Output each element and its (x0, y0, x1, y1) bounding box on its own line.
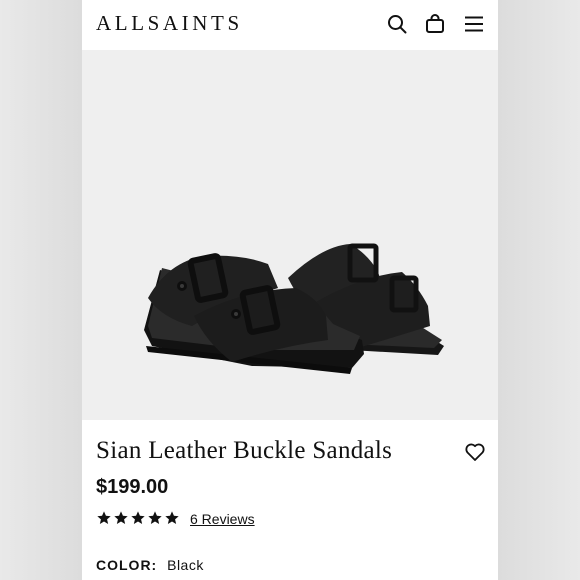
product-page: ALLSAINTS Sian Leather Buckle Sandals $1… (82, 0, 498, 580)
rating-stars (96, 510, 180, 528)
star-icon (148, 511, 162, 524)
color-selector: COLOR: Black (96, 556, 204, 574)
star-icon (165, 511, 179, 524)
right-backdrop (498, 0, 580, 580)
star-icon (97, 511, 111, 524)
star-icon (114, 511, 128, 524)
wishlist-heart-icon[interactable] (464, 441, 486, 463)
reviews-link[interactable]: 6 Reviews (190, 510, 255, 528)
product-image[interactable] (82, 50, 498, 420)
site-header: ALLSAINTS (82, 0, 498, 50)
shopping-bag-icon[interactable] (424, 13, 446, 35)
menu-icon[interactable] (463, 13, 485, 35)
search-icon[interactable] (386, 13, 408, 35)
brand-logo[interactable]: ALLSAINTS (96, 11, 243, 35)
sandals-illustration (144, 243, 444, 374)
color-value: Black (167, 557, 204, 573)
left-backdrop (0, 0, 82, 580)
product-title: Sian Leather Buckle Sandals (96, 437, 393, 464)
color-label: COLOR: (96, 557, 158, 573)
product-price: $199.00 (96, 476, 169, 498)
star-icon (131, 511, 145, 524)
